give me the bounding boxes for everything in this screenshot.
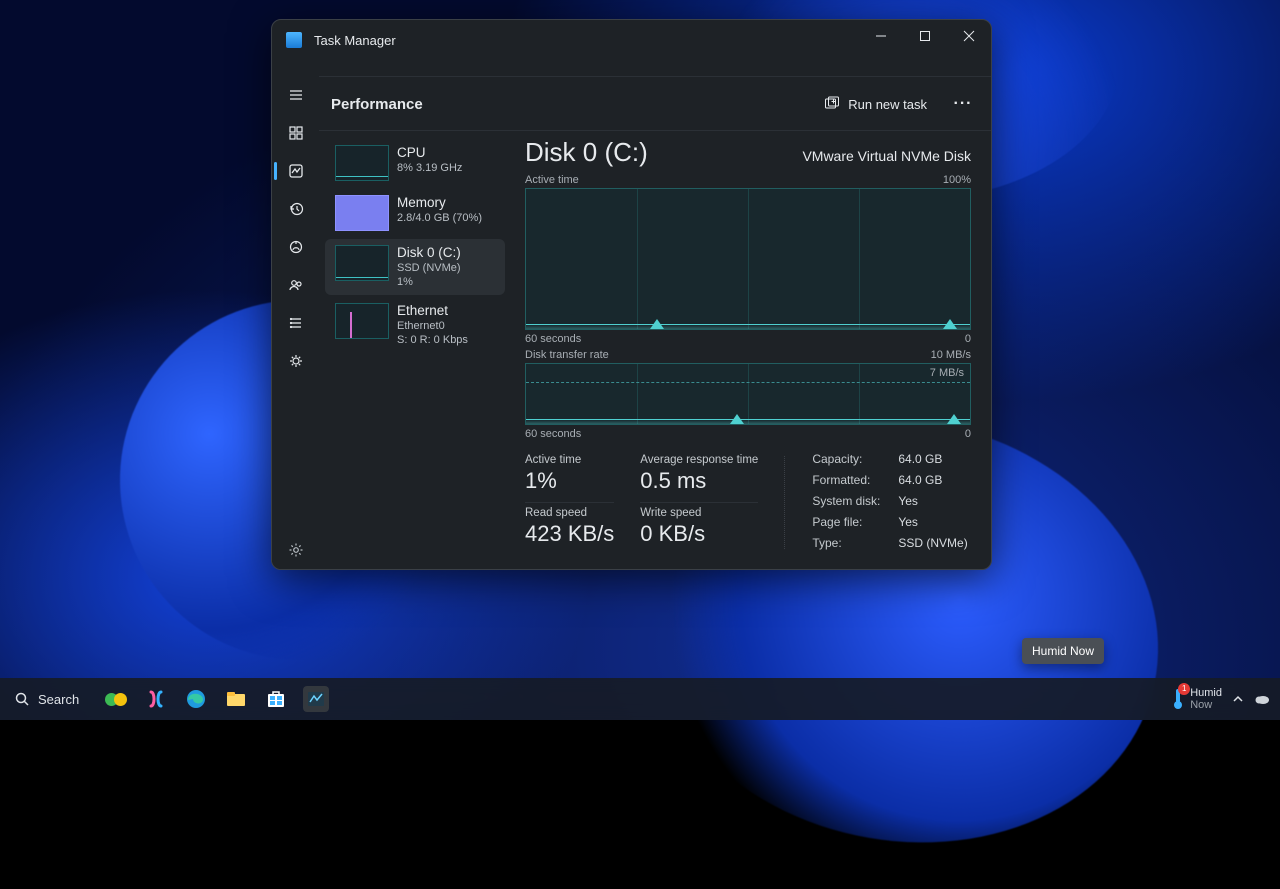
content-area: CPU 8% 3.19 GHz Memory 2.8/4.0 GB (70%) … — [319, 130, 991, 569]
maximize-button[interactable] — [903, 20, 947, 52]
mini-eth-title: Ethernet — [397, 303, 468, 320]
tb-task-manager[interactable] — [303, 686, 329, 712]
mini-eth-sub2: S: 0 R: 0 Kbps — [397, 334, 468, 348]
mini-disk-title: Disk 0 (C:) — [397, 245, 461, 262]
detail-pane: Disk 0 (C:) VMware Virtual NVMe Disk Act… — [511, 131, 991, 569]
write-speed-label: Write speed — [640, 507, 758, 519]
nav-app-history[interactable] — [272, 190, 319, 228]
cpu-thumb — [335, 145, 389, 181]
nav-details[interactable] — [272, 304, 319, 342]
chart1-label: Active time — [525, 174, 579, 186]
chart2-ref: 7 MB/s — [930, 367, 964, 379]
nav-users[interactable] — [272, 266, 319, 304]
nav-performance[interactable] — [272, 152, 319, 190]
write-speed-value: 0 KB/s — [640, 521, 758, 547]
tb-edge[interactable] — [183, 686, 209, 712]
nav-services[interactable] — [272, 342, 319, 380]
nav-rail — [272, 76, 319, 569]
chart2-label: Disk transfer rate — [525, 349, 609, 361]
resource-mini-list: CPU 8% 3.19 GHz Memory 2.8/4.0 GB (70%) … — [319, 131, 511, 569]
taskbar-pinned — [103, 686, 329, 712]
disk-thumb — [335, 245, 389, 281]
chart2-xr: 0 — [965, 428, 971, 440]
chart1-xr: 0 — [965, 333, 971, 345]
mini-cpu-sub: 8% 3.19 GHz — [397, 162, 462, 176]
mini-cpu[interactable]: CPU 8% 3.19 GHz — [325, 139, 505, 187]
system-tray: 1 Humid Now — [1170, 687, 1280, 711]
mini-ethernet[interactable]: Ethernet Ethernet0 S: 0 R: 0 Kbps — [325, 297, 505, 353]
mini-disk-sub: SSD (NVMe) — [397, 262, 461, 276]
mini-disk-sub2: 1% — [397, 276, 461, 290]
tray-cloud-icon[interactable] — [1254, 693, 1270, 705]
search-label: Search — [38, 692, 79, 707]
mini-memory-sub: 2.8/4.0 GB (70%) — [397, 212, 482, 226]
more-button[interactable]: ··· — [947, 88, 979, 120]
task-manager-window: Task Manager Performance Run new task ··… — [271, 19, 992, 570]
tb-app-1[interactable] — [103, 686, 129, 712]
weather-line2: Now — [1190, 699, 1222, 711]
active-time-label: Active time — [525, 454, 614, 466]
nav-startup[interactable] — [272, 228, 319, 266]
nav-settings[interactable] — [272, 531, 319, 569]
minimize-button[interactable] — [859, 20, 903, 52]
mini-memory-title: Memory — [397, 195, 482, 212]
chart2-max: 10 MB/s — [931, 349, 971, 361]
weather-toast[interactable]: Humid Now — [1022, 638, 1104, 664]
page-header: Performance Run new task ··· — [319, 76, 991, 131]
detail-title: Disk 0 (C:) — [525, 137, 648, 168]
avg-resp-label: Average response time — [640, 454, 758, 466]
mini-eth-sub: Ethernet0 — [397, 320, 468, 334]
active-time-value: 1% — [525, 468, 614, 494]
tray-weather[interactable]: 1 Humid Now — [1170, 687, 1222, 711]
chart1-max: 100% — [943, 174, 971, 186]
active-time-chart[interactable] — [525, 188, 971, 330]
mini-disk[interactable]: Disk 0 (C:) SSD (NVMe) 1% — [325, 239, 505, 295]
taskbar: Search 1 Humid Now — [0, 678, 1280, 720]
nav-processes[interactable] — [272, 114, 319, 152]
tb-explorer[interactable] — [223, 686, 249, 712]
chart2-xl: 60 seconds — [525, 428, 581, 440]
window-title: Task Manager — [314, 33, 396, 48]
read-speed-value: 423 KB/s — [525, 521, 614, 547]
mini-memory[interactable]: Memory 2.8/4.0 GB (70%) — [325, 189, 505, 237]
read-speed-label: Read speed — [525, 507, 614, 519]
stats-row: Active time 1% Read speed 423 KB/s Avera… — [525, 452, 971, 553]
tray-chevron-icon[interactable] — [1232, 693, 1244, 705]
weather-line1: Humid — [1190, 687, 1222, 699]
memory-thumb — [335, 195, 389, 231]
run-new-task-button[interactable]: Run new task — [814, 90, 937, 118]
app-icon — [286, 32, 302, 48]
thermometer-icon: 1 — [1170, 687, 1186, 711]
titlebar[interactable]: Task Manager — [272, 20, 991, 60]
transfer-rate-chart[interactable]: 7 MB/s — [525, 363, 971, 425]
search-icon — [14, 691, 30, 707]
tb-copilot[interactable] — [143, 686, 169, 712]
page-title: Performance — [331, 96, 423, 113]
run-task-icon — [824, 96, 840, 112]
avg-resp-value: 0.5 ms — [640, 468, 758, 494]
disk-properties: Capacity:64.0 GB Formatted:64.0 GB Syste… — [812, 452, 967, 553]
nav-hamburger[interactable] — [272, 76, 319, 114]
run-new-task-label: Run new task — [848, 97, 927, 112]
taskbar-search[interactable]: Search — [0, 678, 93, 720]
ethernet-thumb — [335, 303, 389, 339]
tb-store[interactable] — [263, 686, 289, 712]
chart1-xl: 60 seconds — [525, 333, 581, 345]
mini-cpu-title: CPU — [397, 145, 462, 162]
detail-model: VMware Virtual NVMe Disk — [802, 148, 971, 164]
close-button[interactable] — [947, 20, 991, 52]
